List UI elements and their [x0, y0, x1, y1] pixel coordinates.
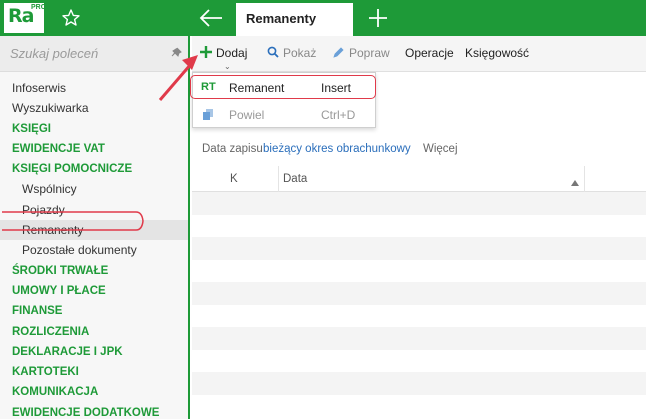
sidebar-item-wyszukiwarka[interactable]: Wyszukiwarka [0, 98, 188, 118]
sidebar-item-ewidencje-vat[interactable]: EWIDENCJE VAT [0, 139, 188, 159]
table-row [192, 394, 646, 417]
copy-icon [202, 108, 215, 124]
edit-button[interactable]: Popraw [332, 46, 390, 62]
sidebar-item-pozostałe-dokumenty[interactable]: Pozostałe dokumenty [0, 240, 188, 260]
search-row [0, 36, 188, 72]
sidebar-nav: Infoserwis Wyszukiwarka KSIĘGI EWIDENCJE VA… [0, 78, 188, 419]
search-input[interactable] [10, 46, 160, 61]
sidebar-item-środki-trwałe[interactable]: ŚRODKI TRWAŁE [0, 261, 188, 281]
table-row [192, 304, 646, 327]
menu-item-duplicate[interactable]: Powiel Ctrl+D [193, 102, 375, 128]
sidebar-item-kartoteki[interactable]: KARTOTEKI [0, 362, 188, 382]
show-button-label: Pokaż [283, 46, 317, 60]
menu-item-label: Powiel [229, 108, 265, 122]
sidebar-item-umowy-i-płace[interactable]: UMOWY I PŁACE [0, 281, 188, 301]
sidebar-item-pojazdy[interactable]: Pojazdy [0, 200, 188, 220]
table-header: K Data [192, 166, 646, 192]
pin-icon[interactable] [170, 47, 182, 61]
table-row [192, 372, 646, 395]
accounting-button[interactable]: Księgowość [465, 46, 529, 60]
filter-row: Data zapisu bieżący okres obrachunkowy W… [192, 138, 646, 162]
add-button-label: Dodaj [216, 46, 248, 60]
pencil-icon [332, 46, 345, 62]
filter-label: Data zapisu [202, 143, 263, 155]
back-arrow-icon[interactable] [196, 4, 226, 32]
table-row [192, 214, 646, 237]
accounting-button-label: Księgowość [465, 46, 530, 60]
sidebar-item-ewidencje-dodatkowe[interactable]: EWIDENCJE DODATKOWE [0, 403, 188, 419]
table-row [192, 237, 646, 260]
sidebar-item-wspólnicy[interactable]: Wspólnicy [0, 179, 188, 199]
more-filters-link[interactable]: Więcej [423, 143, 458, 155]
sidebar: InfoserwisWyszukiwarkaKSIĘGIEWIDENCJE VA… [0, 36, 190, 419]
sidebar-item-deklaracje-i-jpk[interactable]: DEKLARACJE I JPK [0, 342, 188, 362]
table-body [192, 192, 646, 419]
sort-up-icon[interactable] [571, 175, 579, 189]
menu-item-shortcut: Ctrl+D [321, 108, 356, 122]
star-icon[interactable] [58, 5, 84, 31]
logo-text: Ra [8, 5, 34, 27]
tab-label: Remanenty [246, 11, 317, 26]
top-bar: Ra PRO Remanenty [0, 0, 646, 36]
column-header-k[interactable]: K [230, 173, 238, 185]
column-separator [584, 166, 585, 192]
app-logo[interactable]: Ra PRO [4, 3, 47, 33]
operations-button-label: Operacje [405, 46, 454, 60]
chevron-down-icon: ⌄ [224, 62, 231, 71]
operations-button[interactable]: Operacje [405, 46, 454, 60]
table-row [192, 282, 646, 305]
logo-badge: PRO [31, 4, 47, 11]
table-row [192, 327, 646, 350]
tab-remanenty[interactable]: Remanenty [236, 3, 353, 36]
column-header-data[interactable]: Data [283, 173, 307, 185]
show-button[interactable]: Pokaż [267, 46, 316, 61]
menu-highlight-annotation [190, 75, 376, 99]
sidebar-item-infoserwis[interactable]: Infoserwis [0, 78, 188, 98]
table-row [192, 192, 646, 215]
filter-value-link[interactable]: bieżący okres obrachunkowy [263, 143, 411, 155]
column-separator [278, 166, 279, 192]
table-row [192, 259, 646, 282]
table-row [192, 349, 646, 372]
edit-button-label: Popraw [349, 46, 390, 61]
sidebar-item-finanse[interactable]: FINANSE [0, 301, 188, 321]
add-button[interactable]: Dodaj ⌄ [200, 46, 248, 71]
sidebar-item-rozliczenia[interactable]: ROZLICZENIA [0, 322, 188, 342]
sidebar-item-księgi-pomocnicze[interactable]: KSIĘGI POMOCNICZE [0, 159, 188, 179]
sidebar-item-komunikacja[interactable]: KOMUNIKACJA [0, 382, 188, 402]
search-icon [267, 46, 279, 61]
add-icon [200, 46, 212, 61]
sidebar-item-księgi[interactable]: KSIĘGI [0, 119, 188, 139]
new-tab-plus-icon[interactable] [364, 4, 392, 32]
sidebar-item-remanenty[interactable]: Remanenty [0, 220, 188, 241]
toolbar: Dodaj ⌄ Pokaż Popraw Operacje Księgowość [192, 36, 646, 72]
